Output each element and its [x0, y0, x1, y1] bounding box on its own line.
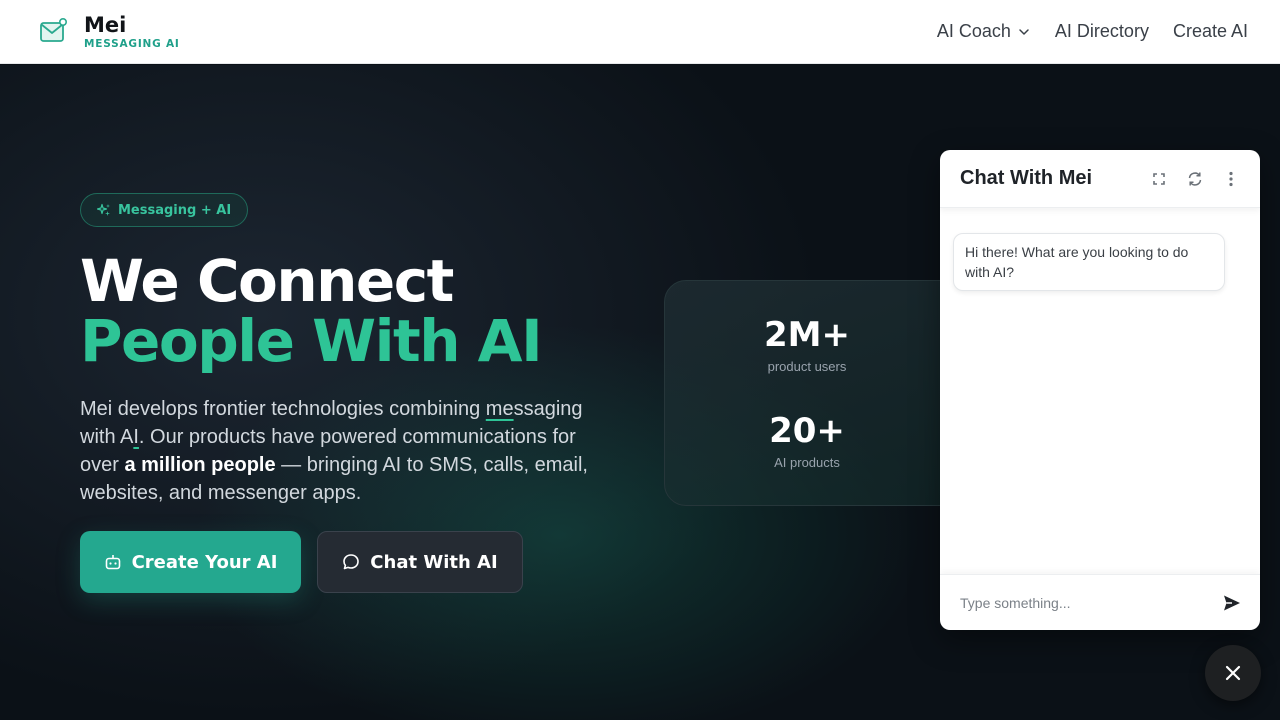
expand-icon[interactable] — [1150, 170, 1168, 188]
stat-value: 2M+ — [764, 315, 850, 355]
stat-products: 20+ AI products — [665, 411, 949, 472]
send-button[interactable] — [1218, 589, 1246, 617]
desc-text-1: Mei develops frontier technologies combi… — [80, 398, 486, 420]
close-icon — [1225, 665, 1241, 681]
headline-line-1: We Connect — [80, 247, 454, 315]
chat-composer — [940, 574, 1260, 630]
chat-with-ai-label: Chat With AI — [370, 551, 498, 573]
chat-header: Chat With Mei — [940, 150, 1260, 208]
brand-text: Mei MESSAGING AI — [84, 13, 180, 51]
desc-bold: a million people — [124, 454, 276, 476]
desc-underlined-1: me — [485, 398, 514, 420]
bot-message: Hi there! What are you looking to do wit… — [953, 233, 1225, 291]
hero-headline: We Connect People With AI — [80, 247, 543, 375]
chevron-down-icon — [1019, 28, 1029, 35]
hero-badge: Messaging + AI — [80, 193, 249, 227]
chat-message-input[interactable] — [960, 594, 1218, 611]
nav-ai-directory[interactable]: AI Directory — [1055, 21, 1149, 42]
main-nav: AI Coach AI Directory Create AI — [937, 21, 1248, 42]
chat-title: Chat With Mei — [960, 167, 1093, 189]
brand-subtitle: MESSAGING AI — [84, 37, 180, 50]
chat-widget: Chat With Mei Hi there! What are you loo… — [940, 150, 1260, 630]
stats-card: 2M+ product users 20+ AI products — [664, 280, 964, 506]
chat-with-ai-button[interactable]: Chat With AI — [317, 531, 523, 593]
send-icon — [1224, 595, 1240, 610]
create-your-ai-label: Create Your AI — [131, 551, 278, 573]
stat-users: 2M+ product users — [665, 315, 949, 376]
mail-check-icon — [40, 17, 67, 42]
chat-bubble-icon — [343, 554, 360, 570]
brand-home-link[interactable]: Mei MESSAGING AI — [36, 13, 180, 51]
chat-toolbar — [1150, 170, 1240, 188]
hero-description: Mei develops frontier technologies combi… — [80, 395, 620, 507]
nav-ai-coach-label: AI Coach — [936, 21, 1011, 41]
site-header: Mei MESSAGING AI AI Coach AI Directory C… — [0, 0, 1280, 64]
brand-name: Mei — [84, 12, 127, 37]
badge-label: Messaging + AI — [118, 202, 232, 218]
create-your-ai-button[interactable]: Create Your AI — [80, 531, 301, 593]
stat-value: 20+ — [769, 411, 845, 451]
refresh-icon[interactable] — [1186, 170, 1204, 188]
more-vertical-icon[interactable] — [1222, 170, 1240, 188]
stat-label: product users — [767, 359, 847, 374]
stat-label: AI products — [774, 455, 840, 470]
robot-icon — [105, 555, 120, 570]
sparkles-icon — [97, 203, 110, 216]
headline-line-2: People With AI — [80, 307, 543, 375]
nav-ai-coach[interactable]: AI Coach — [937, 21, 1031, 42]
nav-create-ai[interactable]: Create AI — [1173, 21, 1248, 42]
close-chat-button[interactable] — [1205, 645, 1261, 701]
